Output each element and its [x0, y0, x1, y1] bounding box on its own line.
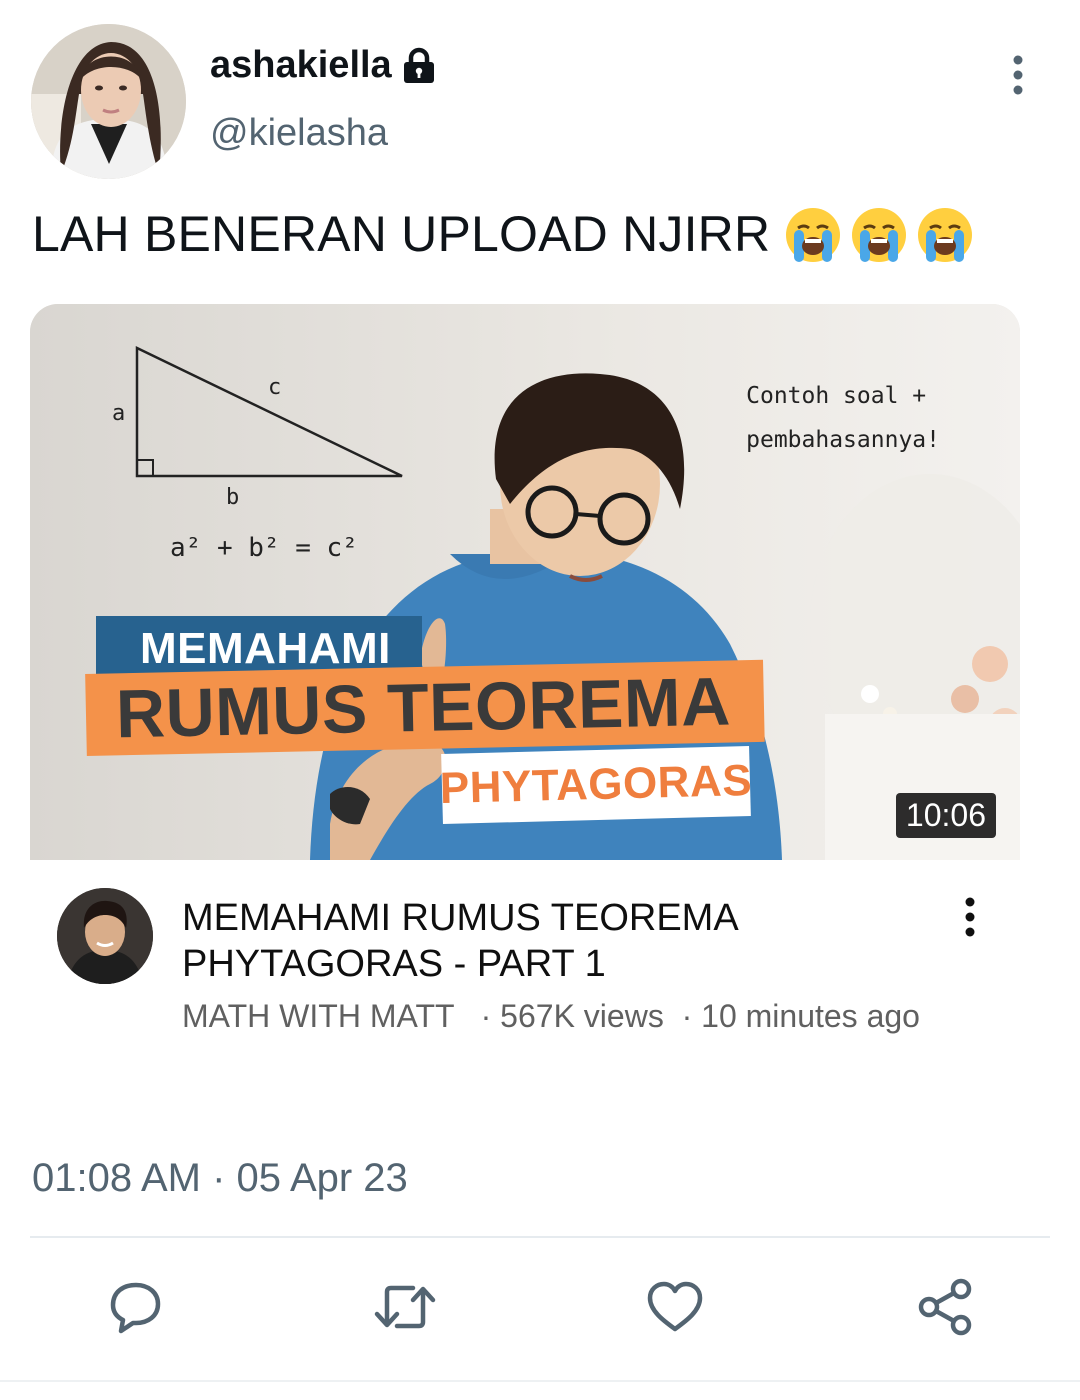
retweet-button[interactable] — [370, 1272, 440, 1342]
banner-rumus-teorema: RUMUS TEOREMA — [85, 659, 765, 756]
video-views: 567K views — [500, 998, 664, 1034]
lock-icon — [403, 47, 434, 83]
tweet-timestamp[interactable]: 01:08 AM · 05 Apr 23 — [32, 1156, 408, 1201]
video-title[interactable]: MEMAHAMI RUMUS TEOREMA PHYTAGORAS - PART… — [182, 895, 882, 987]
thumbnail-note: Contoh soal + pembahasannya! — [746, 374, 940, 462]
reply-icon — [110, 1282, 161, 1334]
profile-avatar[interactable] — [31, 24, 186, 179]
reply-button[interactable] — [100, 1272, 170, 1342]
bottom-divider — [0, 1380, 1080, 1382]
share-icon — [918, 1278, 972, 1336]
channel-avatar[interactable] — [57, 888, 153, 984]
divider — [30, 1236, 1050, 1238]
retweet-icon — [374, 1285, 436, 1329]
more-options-icon[interactable] — [1000, 52, 1036, 100]
video-duration: 10:06 — [895, 793, 996, 838]
like-button[interactable] — [640, 1272, 710, 1342]
video-more-icon[interactable] — [952, 894, 988, 942]
emoji-row — [784, 206, 974, 264]
triangle-label-a: a — [112, 401, 125, 426]
video-age: 10 minutes ago — [701, 998, 920, 1034]
note-line-2: pembahasannya! — [746, 427, 940, 453]
pythagoras-formula: a² + b² = c² — [170, 533, 358, 563]
display-name[interactable]: ashakiella — [210, 44, 436, 87]
avatar-image — [31, 24, 186, 179]
share-button[interactable] — [910, 1272, 980, 1342]
meta-separator: · — [672, 998, 702, 1034]
meta-separator: · — [462, 998, 501, 1034]
display-name-text: ashakiella — [210, 44, 392, 86]
video-meta: MATH WITH MATT · 567K views · 10 minutes… — [182, 996, 922, 1036]
channel-avatar-image — [57, 888, 153, 984]
crying-face-icon — [852, 208, 906, 262]
triangle-label-c: c — [268, 375, 281, 400]
banner-phytagoras: PHYTAGORAS — [439, 745, 753, 825]
triangle-label-b: b — [226, 485, 239, 510]
note-line-1: Contoh soal + — [746, 383, 927, 409]
tweet-text: LAH BENERAN UPLOAD NJIRR — [32, 206, 771, 262]
video-thumbnail[interactable]: a c b a² + b² = c² Contoh soal + pembaha… — [30, 304, 1020, 860]
crying-face-icon — [786, 208, 840, 262]
crying-face-icon — [918, 208, 972, 262]
like-icon — [647, 1281, 703, 1332]
user-handle[interactable]: @kielasha — [210, 112, 388, 155]
action-bar — [0, 1272, 1080, 1342]
channel-name[interactable]: MATH WITH MATT — [182, 998, 454, 1034]
